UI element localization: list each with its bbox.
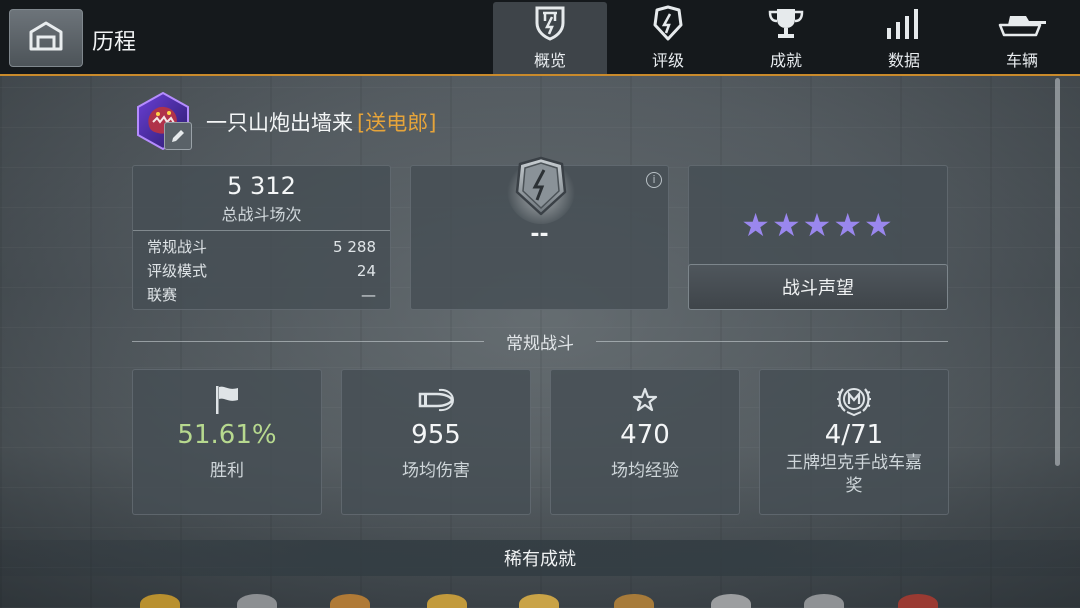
rank-value: -- [530,222,549,247]
stat-label: 场均伤害 [402,461,470,481]
tab-rating[interactable]: 评级 [611,2,725,74]
battle-type-value: 24 [356,262,376,280]
tank-icon [996,3,1048,43]
player-name: 一只山炮出墙来 [送电郎] [206,107,436,137]
overview-shield-icon [533,3,567,43]
stat-label: 胜利 [210,461,244,481]
battle-type-row: 评级模式 24 [133,259,390,283]
tab-overview[interactable]: 概览 [493,2,607,74]
divider [133,230,390,231]
rare-achievements-header: 稀有成就 [0,540,1080,576]
rare-achievement-medal[interactable] [330,594,370,608]
stat-card-experience[interactable]: 470 场均经验 [550,369,740,515]
bar-stats-icon [884,3,924,43]
home-button[interactable] [9,9,83,67]
edit-avatar-icon[interactable] [164,122,192,150]
reputation-stars: ★★★★★ [741,206,895,244]
rare-achievement-medal[interactable] [898,594,938,608]
divider-line [132,340,484,342]
battle-type-row: 常规战斗 5 288 [133,235,390,259]
stat-label: 王牌坦克手战车嘉奖 [786,453,922,496]
tab-achievements[interactable]: 成就 [729,2,843,74]
rating-shield-icon [651,3,685,43]
stat-card-mastery[interactable]: 4/71 王牌坦克手战车嘉奖 [759,369,949,515]
shell-icon [342,382,530,418]
rare-achievement-medal[interactable] [237,594,277,608]
stat-card-winrate[interactable]: 51.61% 胜利 [132,369,322,515]
mastery-badge-icon [760,382,948,418]
top-bar: 历程 概览 评级 成就 数据 车辆 [0,0,1080,76]
rare-achievement-medal[interactable] [427,594,467,608]
reputation-panel: ★★★★★ 战斗声望 [688,165,948,310]
stat-value: 470 [620,420,670,450]
battle-type-label: 评级模式 [147,262,208,280]
total-battles-panel: 5 312 总战斗场次 常规战斗 5 288 评级模式 24 联赛 — [132,165,391,310]
info-icon[interactable]: i [646,172,662,188]
scrollbar[interactable] [1055,78,1060,466]
battle-type-label: 联赛 [147,286,178,304]
tab-vehicles[interactable]: 车辆 [965,2,1079,74]
tab-label: 车辆 [1005,51,1038,70]
rank-emblem-icon [506,152,576,224]
tab-label: 数据 [887,51,920,70]
total-battles-label: 总战斗场次 [221,205,302,224]
battle-type-label: 常规战斗 [147,238,208,256]
battle-type-value: — [361,286,376,304]
rare-achievement-medal[interactable] [711,594,751,608]
rare-achievement-medal[interactable] [804,594,844,608]
tab-label: 成就 [769,51,802,70]
battle-type-row: 联赛 — [133,283,390,307]
page-title: 历程 [92,30,137,55]
trophy-icon [766,3,806,43]
total-battles-value: 5 312 [227,172,296,200]
rare-achievement-medal[interactable] [614,594,654,608]
clan-tag[interactable]: [送电郎] [357,111,436,135]
rare-achievement-medal[interactable] [519,594,559,608]
star-outline-icon [551,382,739,418]
battle-type-value: 5 288 [333,238,376,256]
stat-card-damage[interactable]: 955 场均伤害 [341,369,531,515]
battle-reputation-button[interactable]: 战斗声望 [688,264,948,310]
flag-icon [133,382,321,418]
stat-value: 955 [411,420,461,450]
tab-label: 评级 [651,51,684,70]
player-nickname: 一只山炮出墙来 [206,111,353,135]
avatar[interactable] [134,91,192,151]
stat-value: 51.61% [177,420,277,450]
rating-panel[interactable]: i -- [410,156,669,310]
tab-stats[interactable]: 数据 [847,2,961,74]
section-header: 常规战斗 [132,328,948,354]
section-title: 常规战斗 [506,333,574,354]
stat-value: 4/71 [824,420,884,450]
tab-label: 概览 [533,51,566,70]
divider-line [596,340,948,342]
garage-home-icon [28,20,64,56]
rare-achievement-medal[interactable] [140,594,180,608]
stat-label: 场均经验 [611,461,679,481]
